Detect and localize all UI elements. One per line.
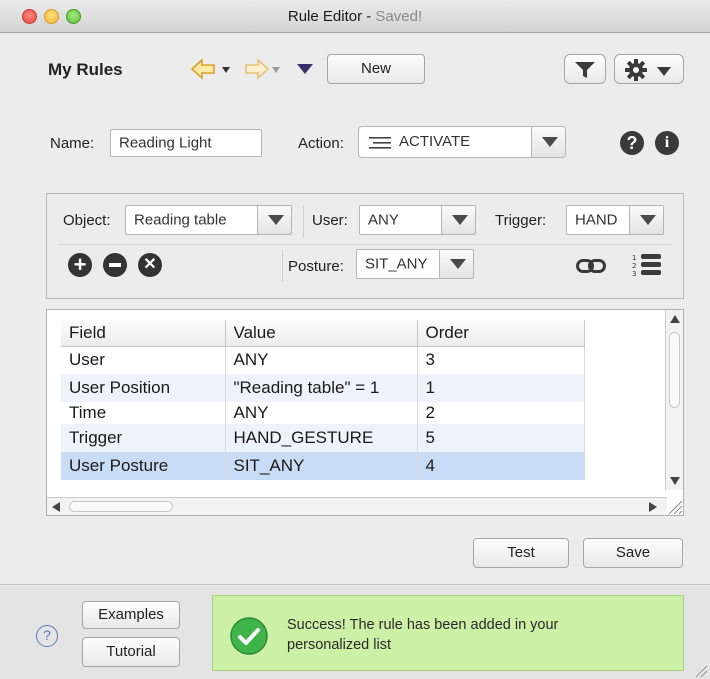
cell-field: User Posture	[61, 452, 226, 480]
cell-field: User Position	[61, 374, 226, 402]
forward-dropdown-icon[interactable]	[272, 67, 280, 73]
trigger-select-value: HAND	[575, 211, 618, 229]
divider	[303, 205, 304, 238]
check-circle-icon	[230, 617, 268, 655]
object-label: Object:	[63, 212, 111, 229]
filter-button[interactable]	[564, 54, 606, 84]
history-menu-icon[interactable]	[297, 64, 313, 74]
success-message-panel: Success! The rule has been added in your…	[212, 595, 684, 671]
align-lines-icon	[369, 137, 391, 149]
resize-grip-icon[interactable]	[665, 497, 683, 515]
user-label: User:	[312, 212, 348, 229]
help-icon[interactable]: ?	[620, 131, 644, 155]
chevron-down-icon	[657, 67, 671, 76]
posture-select-value: SIT_ANY	[365, 255, 428, 273]
window-title: Rule Editor - Saved!	[0, 8, 710, 25]
action-dropdown-arrow[interactable]	[531, 127, 565, 157]
cell-value: ANY	[225, 346, 418, 374]
table-row[interactable]: Trigger HAND_GESTURE 5	[61, 424, 585, 452]
svg-text:2: 2	[632, 262, 636, 270]
tutorial-button[interactable]: Tutorial	[82, 637, 180, 667]
cell-order: 2	[417, 402, 585, 424]
back-arrow-icon[interactable]	[190, 58, 220, 80]
horizontal-scroll-thumb[interactable]	[69, 501, 173, 512]
filter-icon	[575, 62, 595, 78]
cell-field: Trigger	[61, 424, 226, 452]
scroll-thumb[interactable]	[669, 332, 680, 408]
object-select[interactable]: Reading table	[125, 205, 292, 235]
cell-field: User	[61, 346, 226, 374]
cell-field: Time	[61, 402, 226, 424]
test-button[interactable]: Test	[473, 538, 569, 568]
horizontal-scrollbar[interactable]	[47, 497, 667, 515]
posture-label: Posture:	[288, 258, 344, 275]
column-header-order[interactable]: Order	[417, 320, 585, 347]
posture-dropdown-arrow[interactable]	[439, 250, 473, 278]
user-dropdown-arrow[interactable]	[441, 206, 475, 234]
scroll-down-icon[interactable]	[670, 477, 680, 485]
trigger-label: Trigger:	[495, 212, 547, 229]
table-row[interactable]: User Position "Reading table" = 1 1	[61, 374, 585, 402]
forward-arrow-icon[interactable]	[240, 58, 270, 80]
object-dropdown-arrow[interactable]	[257, 206, 291, 234]
cell-order: 3	[417, 346, 585, 374]
window-resize-grip-icon[interactable]	[694, 664, 708, 678]
trigger-select[interactable]: HAND	[566, 205, 664, 235]
page-title: My Rules	[48, 60, 123, 79]
object-select-value: Reading table	[134, 211, 227, 229]
clear-icon[interactable]: ✕	[138, 253, 162, 277]
cell-value: SIT_ANY	[225, 452, 418, 480]
cell-order: 1	[417, 374, 585, 402]
cell-value: ANY	[225, 402, 418, 424]
table-row-selected[interactable]: User Posture SIT_ANY 4	[61, 452, 585, 480]
new-button[interactable]: New	[327, 54, 425, 84]
title-bar: Rule Editor - Saved!	[0, 0, 710, 33]
cell-value: "Reading table" = 1	[225, 374, 418, 402]
action-select[interactable]: ACTIVATE	[358, 126, 566, 158]
name-field[interactable]: Reading Light	[110, 129, 262, 157]
rules-table-panel: Field Value Order User ANY 3 User Positi…	[46, 309, 684, 516]
cell-order: 5	[417, 424, 585, 452]
rules-table: Field Value Order User ANY 3 User Positi…	[61, 320, 585, 480]
window-title-text: Rule Editor -	[287, 8, 376, 25]
divider	[282, 250, 283, 282]
vertical-scrollbar[interactable]	[665, 310, 683, 490]
scroll-left-icon[interactable]	[52, 502, 60, 512]
svg-text:1: 1	[632, 254, 636, 262]
name-label: Name:	[50, 135, 95, 152]
column-header-field[interactable]: Field	[61, 320, 226, 347]
table-row[interactable]: User ANY 3	[61, 346, 585, 374]
cell-value: HAND_GESTURE	[225, 424, 418, 452]
gear-icon	[625, 59, 647, 81]
action-label: Action:	[298, 135, 344, 152]
remove-icon[interactable]	[103, 253, 127, 277]
scroll-right-icon[interactable]	[649, 502, 657, 512]
success-message: Success! The rule has been added in your…	[287, 617, 559, 653]
cell-order: 4	[417, 452, 585, 480]
info-icon[interactable]: i	[655, 131, 679, 155]
save-button[interactable]: Save	[583, 538, 683, 568]
link-icon[interactable]	[576, 258, 606, 274]
name-field-value: Reading Light	[119, 134, 212, 152]
examples-button[interactable]: Examples	[82, 601, 180, 629]
user-select-value: ANY	[368, 211, 399, 229]
save-status: Saved!	[375, 8, 423, 25]
divider	[58, 244, 672, 245]
user-select[interactable]: ANY	[359, 205, 476, 235]
column-header-value[interactable]: Value	[225, 320, 418, 347]
ordered-list-icon[interactable]: 1 2 3	[630, 252, 662, 278]
help-circle-icon[interactable]: ?	[36, 625, 58, 647]
trigger-dropdown-arrow[interactable]	[629, 206, 663, 234]
back-dropdown-icon[interactable]	[222, 67, 230, 73]
settings-menu-button[interactable]	[614, 54, 684, 84]
posture-select[interactable]: SIT_ANY	[356, 249, 474, 279]
table-row[interactable]: Time ANY 2	[61, 402, 585, 424]
add-icon[interactable]: +	[68, 253, 92, 277]
scroll-up-icon[interactable]	[670, 315, 680, 323]
action-select-value: ACTIVATE	[399, 133, 471, 150]
svg-text:3: 3	[632, 270, 636, 278]
